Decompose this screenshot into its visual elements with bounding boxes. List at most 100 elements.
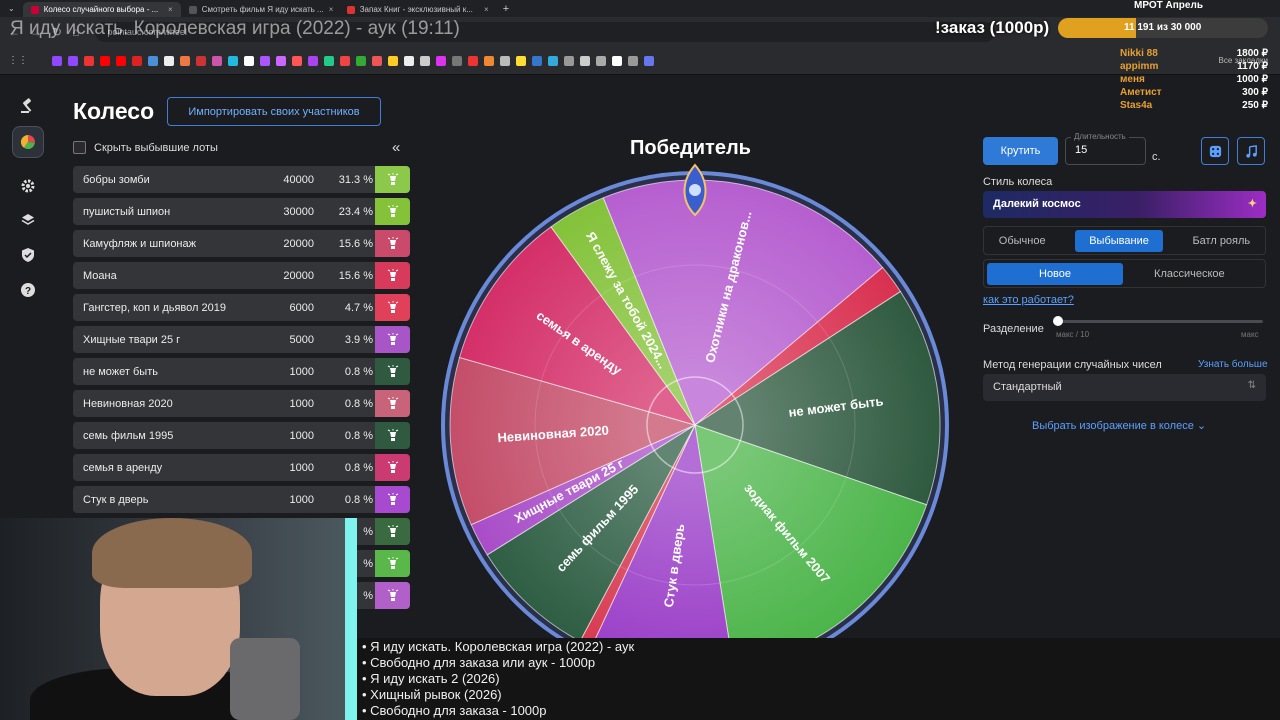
lot-row[interactable]: Стук в дверь 1000 0.8 % [73,486,410,513]
import-participants-button[interactable]: Импортировать своих участников [167,97,381,126]
bookmark-icon[interactable] [372,55,382,66]
how-it-works-link[interactable]: как это работает? [983,294,1074,306]
music-button[interactable] [1237,137,1265,165]
lot-row[interactable]: Невиновная 2020 1000 0.8 % [73,390,410,417]
lot-row[interactable]: пушистый шпион 30000 23.4 % [73,198,410,225]
close-icon[interactable]: × [329,5,334,14]
lot-row[interactable]: семья в аренду 1000 0.8 % [73,454,410,481]
bookmark-icon[interactable] [452,55,462,66]
lot-highlight-button[interactable] [375,550,410,577]
bookmark-icon[interactable] [468,55,478,66]
microphone [230,638,300,720]
bookmark-icon[interactable] [548,55,558,66]
chevron-down-icon[interactable]: ⌄ [0,4,23,13]
lot-highlight-button[interactable] [375,518,410,545]
spin-button[interactable]: Крутить [983,137,1058,165]
bookmark-icon[interactable] [84,55,94,66]
tab-wheel[interactable]: Колесо случайного выбора - ... × [22,2,181,17]
lot-row[interactable]: Камуфляж и шпионаж 20000 15.6 % [73,230,410,257]
rng-learn-more-link[interactable]: Узнать больше [1198,359,1268,370]
bookmark-icon[interactable] [132,55,142,66]
bookmark-icon[interactable] [180,55,190,66]
bookmark-icon[interactable] [404,55,414,66]
bookmark-icon[interactable] [612,55,622,66]
lot-row[interactable]: не может быть 1000 0.8 % [73,358,410,385]
bookmark-icon[interactable] [292,55,302,66]
bookmark-icon[interactable] [596,55,606,66]
bookmark-icon[interactable] [52,55,62,66]
random-dice-button[interactable] [1201,137,1229,165]
bookmark-icon[interactable] [164,55,174,66]
bookmark-icon[interactable] [484,55,494,66]
lot-highlight-button[interactable] [375,390,410,417]
hide-dropped-toggle[interactable]: Скрыть выбывшие лоты [73,141,218,154]
bookmark-icon[interactable] [516,55,526,66]
mode-elimination[interactable]: Выбывание [1075,229,1163,252]
lot-row[interactable]: Хищные твари 25 г 5000 3.9 % [73,326,410,353]
bookmark-icon[interactable] [228,55,238,66]
bookmark-icon[interactable] [196,55,206,66]
bookmark-icon[interactable] [580,55,590,66]
tab-books[interactable]: Запах Книг - эксклюзивный к... × [339,2,497,17]
bookmark-icon[interactable] [276,55,286,66]
split-slider-thumb[interactable] [1053,316,1063,326]
bookmark-icon[interactable] [308,55,318,66]
tab-film[interactable]: Смотреть фильм Я иду искать ... × [181,2,339,17]
bookmark-icon[interactable] [340,55,350,66]
bookmark-icon[interactable] [100,55,110,66]
bookmark-icon[interactable] [212,55,222,66]
lot-row[interactable]: семь фильм 1995 1000 0.8 % [73,422,410,449]
checkbox[interactable] [73,141,86,154]
new-tab-button[interactable]: + [497,3,515,15]
variant-classic[interactable]: Классическое [1123,263,1256,285]
lot-row[interactable]: Гангстер, коп и дьявол 2019 6000 4.7 % [73,294,410,321]
sidebar-item-wheel[interactable] [12,126,44,158]
apps-grid-icon[interactable]: ⋮⋮ [8,55,28,66]
bookmark-icon[interactable] [644,55,654,66]
bookmark-icon[interactable] [68,55,78,66]
lot-highlight-button[interactable] [375,486,410,513]
bookmark-icon[interactable] [436,55,446,66]
lot-highlight-button[interactable] [375,198,410,225]
bookmark-icon[interactable] [532,55,542,66]
wheel[interactable]: Охотники на драконов...не может бытьзоди… [430,130,970,705]
choose-wheel-image-button[interactable]: Выбрать изображение в колесе ⌄ [1032,419,1206,432]
bookmark-icon[interactable] [148,55,158,66]
close-icon[interactable]: × [168,5,173,14]
lot-highlight-button[interactable] [375,454,410,481]
bookmark-icon[interactable] [244,55,254,66]
collapse-panel-icon[interactable]: « [392,139,400,156]
bookmark-icon[interactable] [500,55,510,66]
lot-highlight-button[interactable] [375,326,410,353]
sidebar-item-layers[interactable] [12,204,44,236]
sidebar-item-auction[interactable] [12,90,44,122]
lot-highlight-button[interactable] [375,358,410,385]
wheel-style-select[interactable]: Далекий космос ✦ [983,191,1266,218]
mode-battle-royale[interactable]: Батл рояль [1192,235,1250,247]
bookmark-icon[interactable] [628,55,638,66]
bookmark-icon[interactable] [564,55,574,66]
bookmark-icon[interactable] [420,55,430,66]
lot-highlight-button[interactable] [375,422,410,449]
bookmark-icon[interactable] [388,55,398,66]
sidebar-item-security[interactable] [12,239,44,271]
lot-row[interactable]: бобры зомби 40000 31.3 % [73,166,410,193]
bookmark-icon[interactable] [356,55,366,66]
duration-input[interactable]: 15 [1065,137,1146,165]
variant-new[interactable]: Новое [987,262,1124,285]
bookmark-icon[interactable] [116,55,126,66]
lot-highlight-button[interactable] [375,230,410,257]
rng-method-select[interactable]: Стандартный ⇅ [983,374,1266,401]
bookmark-icon[interactable] [324,55,334,66]
close-icon[interactable]: × [484,5,489,14]
sidebar-item-help[interactable]: ? [12,274,44,306]
bookmark-icon[interactable] [260,55,270,66]
lot-row[interactable]: Моана 20000 15.6 % [73,262,410,289]
split-slider[interactable] [1058,320,1263,323]
lot-highlight-button[interactable] [375,262,410,289]
lot-highlight-button[interactable] [375,294,410,321]
lot-highlight-button[interactable] [375,166,410,193]
sidebar-item-settings[interactable] [12,170,44,202]
mode-normal[interactable]: Обычное [999,235,1046,247]
lot-highlight-button[interactable] [375,582,410,609]
